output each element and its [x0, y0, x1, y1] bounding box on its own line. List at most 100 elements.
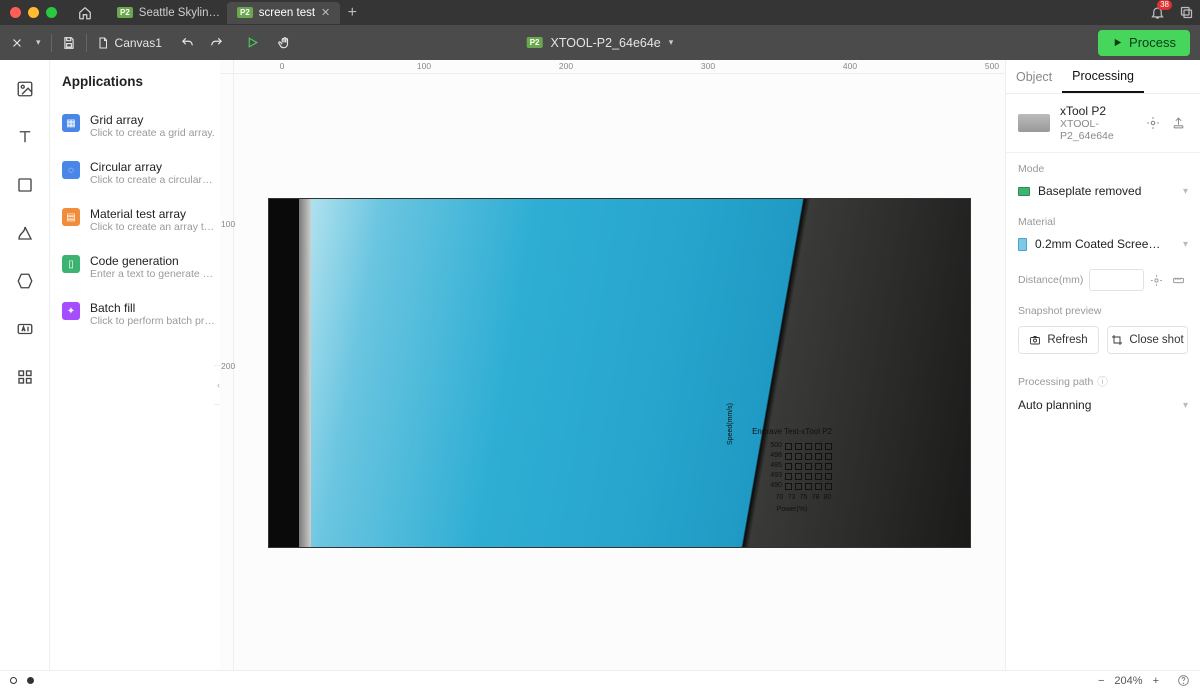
mode-value: Baseplate removed: [1038, 184, 1141, 198]
window-maximize-icon[interactable]: [46, 7, 57, 18]
save-button[interactable]: [62, 36, 76, 50]
text-tool[interactable]: [14, 126, 36, 148]
processing-path-label: Processing path: [1018, 376, 1093, 388]
layer-dot[interactable]: [10, 677, 17, 684]
close-tab-icon[interactable]: ✕: [321, 6, 330, 19]
canvas[interactable]: 0 100 200 300 400 500 100 200 Speed(mm/s…: [220, 60, 1005, 670]
image-tool[interactable]: [14, 78, 36, 100]
tab-seattle-skyline[interactable]: P2 Seattle Skylin…: [107, 2, 227, 24]
crop-icon: [1111, 334, 1123, 346]
device-selector[interactable]: P2 XTOOL-P2_64e64e ▾: [527, 36, 674, 50]
autofocus-button[interactable]: [1150, 274, 1166, 287]
redo-button[interactable]: [209, 36, 224, 50]
camera-snapshot: Speed(mm/s) Engrave Test-xTool P2 500 49…: [268, 198, 971, 548]
document-icon: [97, 36, 109, 50]
ruler-button[interactable]: [1172, 274, 1188, 287]
help-button[interactable]: [1177, 674, 1190, 687]
power-val: 78: [811, 493, 820, 503]
camera-icon: [1029, 334, 1041, 346]
window-close-icon[interactable]: [10, 7, 21, 18]
app-grid-array[interactable]: ▦ Grid arrayClick to create a grid array…: [62, 103, 207, 150]
pan-button[interactable]: [277, 36, 291, 50]
zoom-out-button[interactable]: −: [1098, 675, 1104, 687]
mode-selector[interactable]: Baseplate removed ▾: [1018, 180, 1188, 202]
window-controls: [10, 7, 57, 18]
notifications-button[interactable]: 38: [1150, 5, 1165, 20]
app-desc: Click to perform batch proc…: [90, 315, 215, 328]
ruler-tick: 100: [221, 219, 235, 229]
app-title: Material test array: [90, 207, 215, 221]
home-button[interactable]: [71, 3, 99, 23]
tab-processing[interactable]: Processing: [1062, 60, 1144, 93]
close-shot-button[interactable]: Close shot: [1107, 326, 1188, 354]
path-tool[interactable]: [14, 270, 36, 292]
speed-val: 500: [764, 441, 782, 451]
chevron-down-icon[interactable]: ▾: [36, 37, 41, 48]
layer-dot[interactable]: [27, 677, 34, 684]
distance-input[interactable]: [1089, 269, 1144, 291]
tab-screen-test[interactable]: P2 screen test ✕: [227, 2, 340, 24]
locate-device-button[interactable]: [1146, 116, 1162, 130]
xlabel: Power(%): [752, 505, 832, 515]
app-batch-fill[interactable]: ✦ Batch fillClick to perform batch proc…: [62, 291, 207, 338]
doc-name-text: Canvas1: [115, 36, 162, 50]
ylabel: Speed(mm/s): [726, 403, 736, 445]
mode-label: Mode: [1018, 163, 1188, 175]
material-value: 0.2mm Coated Screen (100…: [1035, 237, 1165, 251]
device-export-button[interactable]: [1172, 116, 1188, 130]
ruler-horizontal: 0 100 200 300 400 500: [234, 60, 1005, 74]
power-val: 73: [787, 493, 796, 503]
code-gen-icon: ▯: [62, 255, 80, 273]
speed-val: 498: [764, 451, 782, 461]
new-tab-button[interactable]: +: [340, 4, 364, 22]
device-id: XTOOL-P2_64e64e: [1060, 118, 1136, 142]
apps-tool[interactable]: [14, 366, 36, 388]
process-button[interactable]: Process: [1098, 30, 1190, 56]
applications-panel: Applications ▦ Grid arrayClick to create…: [50, 60, 220, 670]
engrave-test-overlay: Speed(mm/s) Engrave Test-xTool P2 500 49…: [752, 427, 832, 515]
ruler-tick: 200: [559, 61, 573, 71]
material-selector[interactable]: 0.2mm Coated Screen (100… ▾: [1018, 233, 1188, 255]
ruler-tick: 0: [280, 61, 285, 71]
vector-tool[interactable]: [14, 222, 36, 244]
tool-rail: [0, 60, 50, 670]
run-button[interactable]: [246, 36, 259, 49]
document-name[interactable]: Canvas1: [97, 36, 162, 50]
ai-tool[interactable]: [14, 318, 36, 340]
ruler-vertical: 100 200: [220, 74, 234, 670]
power-val: 80: [823, 493, 832, 503]
app-desc: Enter a text to generate a b…: [90, 268, 215, 281]
process-label: Process: [1129, 35, 1176, 50]
close-shot-label: Close shot: [1129, 334, 1183, 346]
speed-val: 490: [764, 481, 782, 491]
window-minimize-icon[interactable]: [28, 7, 39, 18]
app-desc: Click to create a grid array.: [90, 127, 215, 140]
zoom-in-button[interactable]: +: [1153, 675, 1159, 687]
processing-path-value: Auto planning: [1018, 398, 1091, 412]
speed-val: 493: [764, 471, 782, 481]
undo-button[interactable]: [180, 36, 195, 50]
refresh-button[interactable]: Refresh: [1018, 326, 1099, 354]
chevron-down-icon: ▾: [1183, 239, 1188, 250]
shape-tool[interactable]: [14, 174, 36, 196]
circular-array-icon: ◌: [62, 161, 80, 179]
layer-visibility-toggles[interactable]: [10, 677, 34, 684]
snapshot-label: Snapshot preview: [1018, 305, 1188, 317]
app-code-generation[interactable]: ▯ Code generationEnter a text to generat…: [62, 244, 207, 291]
tab-label: Seattle Skylin…: [139, 7, 220, 19]
app-menu-button[interactable]: [10, 36, 24, 50]
applications-title: Applications: [62, 74, 207, 89]
multi-window-button[interactable]: [1179, 5, 1194, 20]
tab-object[interactable]: Object: [1006, 60, 1062, 93]
chevron-down-icon: ▾: [1183, 400, 1188, 411]
material-icon: [1018, 238, 1027, 251]
tab-label: screen test: [259, 7, 315, 19]
processing-path-selector[interactable]: Auto planning ▾: [1018, 394, 1188, 416]
app-circular-array[interactable]: ◌ Circular arrayClick to create a circul…: [62, 150, 207, 197]
app-material-test-array[interactable]: ▤ Material test arrayClick to create an …: [62, 197, 207, 244]
chevron-down-icon: ▾: [669, 37, 674, 48]
info-icon[interactable]: ⓘ: [1097, 374, 1108, 389]
ruler-tick: 100: [417, 61, 431, 71]
play-icon: [1112, 37, 1123, 48]
copy-icon: [1179, 5, 1194, 20]
